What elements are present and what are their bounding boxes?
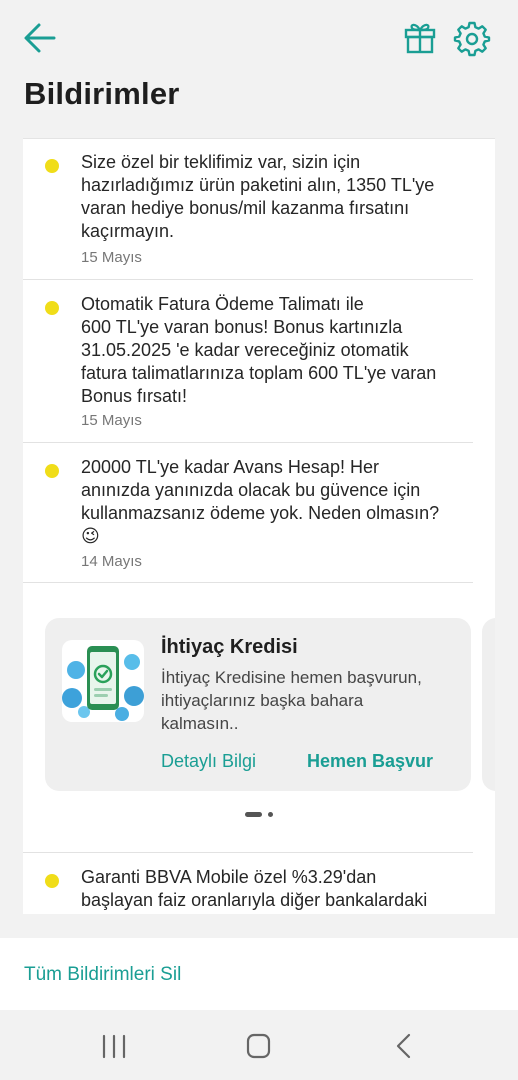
delete-all-button[interactable]: Tüm Bildirimleri Sil: [24, 964, 181, 986]
home-icon: [246, 1033, 271, 1059]
notification-date: 14 Mayıs: [81, 553, 142, 570]
notification-item[interactable]: Otomatik Fatura Ödeme Talimatı ile 600 T…: [23, 281, 495, 441]
recents-button[interactable]: [94, 1030, 134, 1062]
notification-text: Otomatik Fatura Ödeme Talimatı ile 600 T…: [81, 294, 437, 406]
system-nav-bar: [0, 1010, 518, 1080]
details-link[interactable]: Detaylı Bilgi: [161, 751, 256, 772]
gift-button[interactable]: [400, 18, 440, 58]
recents-icon: [102, 1034, 126, 1059]
divider: [23, 582, 473, 583]
settings-button[interactable]: [452, 18, 492, 58]
pager-dot: [268, 812, 273, 817]
page-title: Bildirimler: [24, 76, 180, 111]
notification-item[interactable]: Size özel bir teklifimiz var, sizin için…: [23, 139, 495, 279]
next-promo-card[interactable]: [482, 618, 495, 791]
unread-dot: [45, 464, 59, 478]
back-button[interactable]: [18, 18, 62, 58]
promo-title: İhtiyaç Kredisi: [161, 636, 298, 658]
unread-dot: [45, 301, 59, 315]
system-back-icon: [396, 1033, 411, 1059]
home-button[interactable]: [238, 1030, 278, 1062]
top-bar: Bildirimler: [0, 0, 518, 138]
wink-emoji: 😉: [81, 526, 100, 546]
promo-description: İhtiyaç Kredisine hemen başvurun, ihtiya…: [161, 668, 422, 733]
notification-text: Garanti BBVA Mobile özel %3.29'dan başla…: [81, 867, 428, 910]
divider: [23, 852, 473, 853]
unread-dot: [45, 159, 59, 173]
apply-now-link[interactable]: Hemen Başvur: [307, 751, 433, 772]
phone-approval-illustration: [62, 640, 144, 722]
carousel-pager: [245, 811, 285, 819]
pager-active-indicator: [245, 812, 262, 817]
promo-card[interactable]: İhtiyaç Kredisi İhtiyaç Kredisine hemen …: [45, 618, 471, 791]
notification-text: Size özel bir teklifimiz var, sizin için…: [81, 152, 435, 241]
divider: [23, 279, 473, 280]
notification-list[interactable]: Size özel bir teklifimiz var, sizin için…: [23, 138, 495, 914]
notification-item[interactable]: 20000 TL'ye kadar Avans Hesap! Her anını…: [23, 444, 495, 582]
notification-item[interactable]: Garanti BBVA Mobile özel %3.29'dan başla…: [23, 854, 495, 914]
system-back-button[interactable]: [384, 1030, 424, 1062]
gift-icon: [404, 23, 436, 54]
notification-text: 20000 TL'ye kadar Avans Hesap! Her anını…: [81, 456, 481, 548]
notification-date: 15 Mayıs: [81, 249, 142, 266]
divider: [23, 442, 473, 443]
arrow-left-icon: [24, 23, 56, 53]
gear-icon: [453, 21, 491, 57]
unread-dot: [45, 874, 59, 888]
notification-date: 15 Mayıs: [81, 412, 142, 429]
bottom-action-bar: Tüm Bildirimleri Sil: [0, 938, 518, 1010]
